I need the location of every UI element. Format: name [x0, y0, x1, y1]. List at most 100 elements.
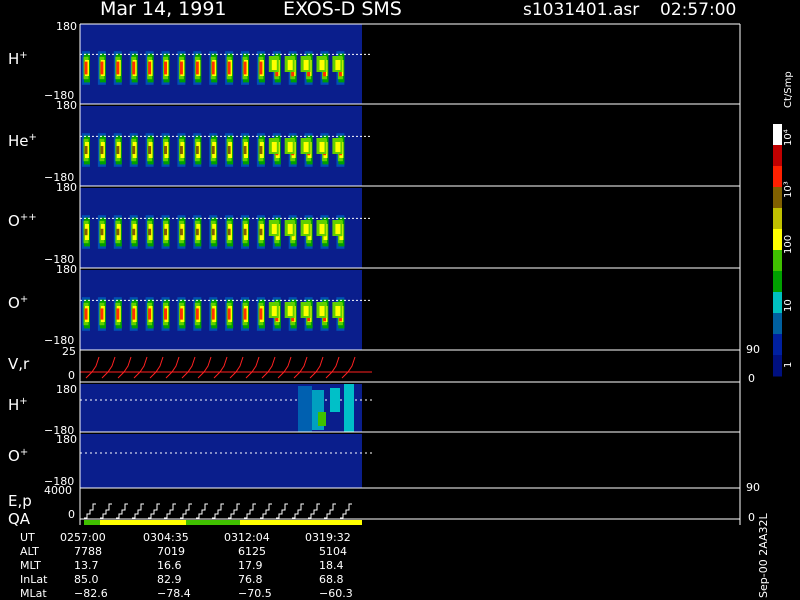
- side-note: Sep-00 2AA32L: [757, 513, 770, 598]
- spectrum-burst: [287, 224, 293, 234]
- spectrum-burst: [227, 61, 231, 75]
- spectrum-burst: [243, 308, 247, 320]
- spectrum-burst: [287, 306, 293, 316]
- right-tick-label: 0: [748, 372, 755, 385]
- tick-label: 25: [62, 345, 76, 358]
- spectrum-burst: [319, 142, 325, 152]
- footer-label-mlt: MLT: [20, 559, 41, 572]
- spectrum-burst: [116, 146, 120, 154]
- spectrum-burst: [271, 224, 277, 234]
- panel-label-vr: V,r: [8, 355, 30, 373]
- right-tick-label: 90: [746, 343, 760, 356]
- footer-value: 6125: [238, 545, 266, 558]
- spectrum-burst: [330, 388, 340, 412]
- footer-value: 7788: [74, 545, 102, 558]
- panel-label-he-plus: He+: [8, 132, 37, 150]
- energy-trace: [340, 503, 352, 519]
- spectrum-burst: [100, 228, 104, 236]
- energy-trace: [132, 503, 144, 519]
- colorbar-segment: [773, 292, 782, 314]
- colorbar-segment: [773, 208, 782, 230]
- spectrum-burst: [132, 228, 136, 236]
- spectrum-burst: [164, 228, 167, 236]
- energy-trace: [148, 503, 160, 519]
- spectrum-burst: [271, 60, 277, 70]
- energy-trace: [164, 503, 176, 519]
- spectrum-burst: [287, 60, 293, 70]
- colorbar-label: 100: [783, 234, 794, 254]
- spectrum-burst: [335, 306, 341, 316]
- spectrum-burst: [319, 306, 325, 316]
- qa-bar: [240, 520, 362, 525]
- footer-value: −70.5: [238, 587, 272, 600]
- panel-label-qa: QA: [8, 510, 31, 528]
- tick-label: 0: [68, 508, 75, 521]
- footer-value: 82.9: [157, 573, 182, 586]
- footer-value: −82.6: [74, 587, 108, 600]
- tick-label: 180: [56, 383, 77, 396]
- spectrum-burst: [298, 386, 312, 432]
- spectrum-burst: [227, 228, 231, 236]
- spectrum-burst: [303, 60, 309, 70]
- colorbar-segment: [773, 187, 782, 209]
- spectrum-burst: [227, 308, 231, 320]
- spectrum-burst: [318, 412, 326, 426]
- tick-label: 0: [68, 369, 75, 382]
- tick-label: 4000: [44, 484, 72, 497]
- colorbar-segment: [773, 355, 782, 377]
- spectrum-burst: [335, 142, 341, 152]
- spectrogram-figure: Mar 14, 1991 EXOS-D SMS s1031401.asr 02:…: [0, 0, 800, 600]
- colorbar-label: 10⁴: [783, 129, 794, 146]
- right-tick-label: 0: [748, 511, 755, 524]
- tick-label: 180: [56, 263, 77, 276]
- colorbar-segment: [773, 250, 782, 272]
- panel-background: [80, 434, 362, 488]
- energy-trace: [292, 503, 304, 519]
- spectrum-burst: [100, 308, 104, 320]
- panel-label-lower-h-plus: H+: [8, 396, 28, 414]
- qa-bar: [186, 520, 240, 525]
- spectrum-burst: [164, 308, 167, 320]
- footer-value: 85.0: [74, 573, 99, 586]
- energy-trace: [84, 503, 96, 519]
- spectrum-burst: [148, 146, 152, 154]
- colorbar-label: 10³: [783, 181, 794, 198]
- colorbar-segment: [773, 229, 782, 251]
- spectrum-burst: [335, 60, 341, 70]
- panel-label-lower-o-plus: O+: [8, 447, 29, 465]
- energy-trace: [116, 503, 128, 519]
- energy-trace: [260, 503, 272, 519]
- colorbar-label: 10: [783, 299, 794, 312]
- footer-value: 7019: [157, 545, 185, 558]
- plot-canvas: [79, 23, 782, 525]
- colorbar-segment: [773, 271, 782, 293]
- energy-trace: [228, 503, 240, 519]
- colorbar-segment: [773, 166, 782, 188]
- spectrum-burst: [319, 224, 325, 234]
- spectrum-burst: [195, 228, 199, 236]
- panel-label-h-plus: H+: [8, 50, 28, 68]
- spectrum-burst: [195, 61, 199, 75]
- spectrum-burst: [116, 61, 120, 75]
- spectrum-burst: [84, 146, 88, 154]
- spectrum-burst: [164, 61, 167, 75]
- spectrum-burst: [84, 228, 88, 236]
- energy-trace: [100, 503, 112, 519]
- colorbar-segment: [773, 334, 782, 356]
- spectrum-burst: [179, 308, 183, 320]
- spectrum-burst: [259, 228, 263, 236]
- footer-label-alt: ALT: [20, 545, 39, 558]
- spectrum-burst: [287, 142, 293, 152]
- tick-label: 180: [56, 20, 77, 33]
- panel-label-ep: E,p: [8, 492, 32, 510]
- footer-value: 16.6: [157, 559, 182, 572]
- energy-trace: [212, 503, 224, 519]
- colorbar-segment: [773, 124, 782, 146]
- spectrum-burst: [195, 308, 199, 320]
- spectrum-burst: [303, 142, 309, 152]
- spectrum-burst: [335, 224, 341, 234]
- colorbar-segment: [773, 145, 782, 167]
- spectrum-burst: [132, 308, 136, 320]
- spectrum-burst: [259, 146, 263, 154]
- spectrum-burst: [116, 228, 120, 236]
